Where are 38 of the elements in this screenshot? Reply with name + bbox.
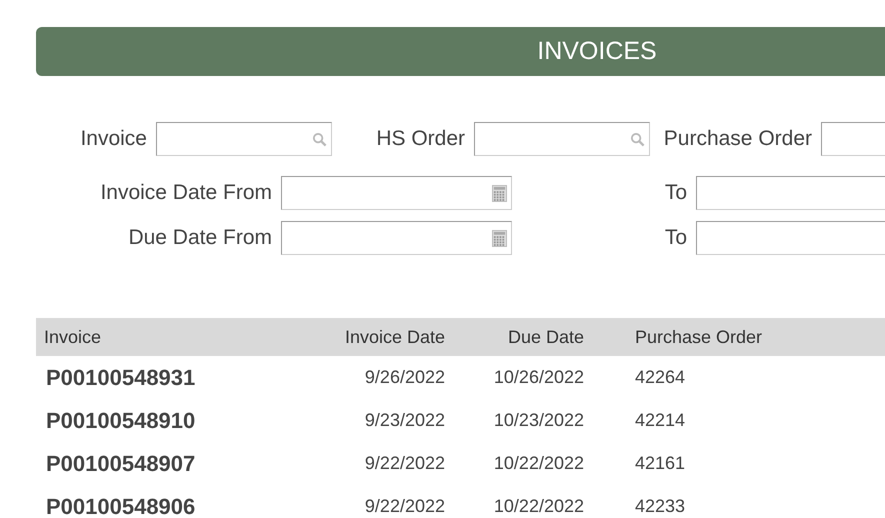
page-title: INVOICES xyxy=(537,37,657,66)
invoice-link[interactable]: P00100548906 xyxy=(36,494,292,518)
field-label: Invoice xyxy=(79,127,148,151)
input-field[interactable] xyxy=(696,176,885,210)
table-cell-text: 10/26/2022 xyxy=(492,367,584,388)
table-cell-text: 42161 xyxy=(634,453,686,474)
table-cell-text: 10/22/2022 xyxy=(492,453,584,474)
table-cell-text: 9/26/2022 xyxy=(364,367,445,388)
date-field[interactable] xyxy=(281,221,512,255)
table-cell-text: 10/22/2022 xyxy=(492,496,584,517)
invoice-link[interactable]: P00100548910 xyxy=(36,408,292,434)
table-cell-text: 42264 xyxy=(634,367,686,388)
input-field[interactable] xyxy=(696,221,885,255)
table-cell-text: 42214 xyxy=(634,410,686,431)
table-cell-text: 9/22/2022 xyxy=(364,453,445,474)
invoice-link[interactable]: P00100548931 xyxy=(36,364,292,390)
calendar-icon xyxy=(492,184,507,202)
search-icon xyxy=(630,132,645,146)
field-label: Due Date From xyxy=(127,226,273,250)
date-field[interactable] xyxy=(281,176,512,210)
table-cell-text: 10/23/2022 xyxy=(492,410,584,431)
column-header: Invoice xyxy=(43,326,102,348)
field-label: To xyxy=(664,181,688,205)
search-icon xyxy=(312,132,327,146)
column-header: Purchase Order xyxy=(634,326,764,348)
search-field[interactable] xyxy=(156,122,332,156)
column-header: Due Date xyxy=(506,326,584,348)
invoice-link[interactable]: P00100548907 xyxy=(36,450,292,476)
search-field[interactable] xyxy=(474,122,650,156)
table-cell-text: 9/22/2022 xyxy=(364,496,445,517)
column-header: Invoice Date xyxy=(344,326,445,348)
table-cell-text: 9/23/2022 xyxy=(364,410,445,431)
field-label: Purchase Order xyxy=(662,127,813,151)
table-cell-text: 42233 xyxy=(634,496,686,517)
field-label: HS Order xyxy=(375,127,466,151)
field-label: Invoice Date From xyxy=(99,181,273,205)
calendar-icon xyxy=(492,230,507,246)
field-label: To xyxy=(664,226,688,250)
